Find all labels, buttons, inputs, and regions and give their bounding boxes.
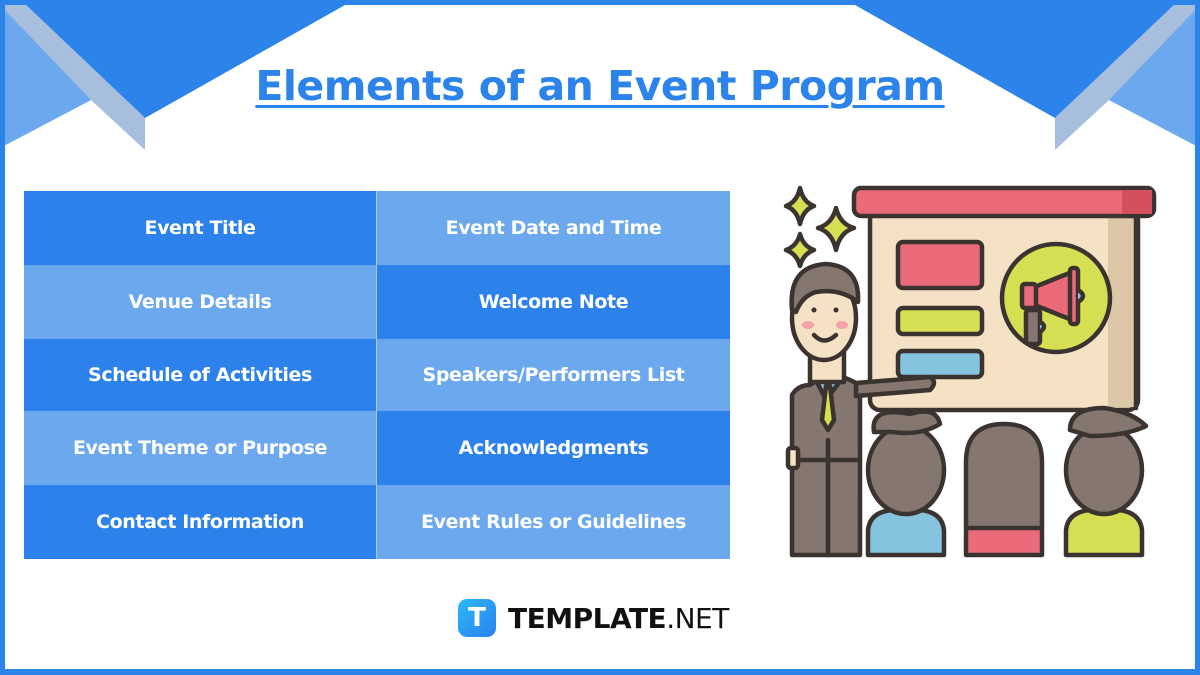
audience-member bbox=[963, 421, 1045, 558]
element-cell: Speakers/Performers List bbox=[376, 339, 730, 411]
element-cell: Event Title bbox=[24, 191, 376, 265]
page-title-wrap: Elements of an Event Program bbox=[0, 62, 1200, 110]
element-cell: Event Date and Time bbox=[376, 191, 730, 265]
sparkle-icon bbox=[783, 185, 857, 269]
element-cell: Acknowledgments bbox=[376, 411, 730, 485]
element-cell: Venue Details bbox=[24, 265, 376, 339]
brand-tld: .NET bbox=[666, 601, 729, 635]
template-logo-icon: T bbox=[458, 599, 496, 637]
element-cell: Event Theme or Purpose bbox=[24, 411, 376, 485]
element-cell: Schedule of Activities bbox=[24, 339, 376, 411]
page-title[interactable]: Elements of an Event Program bbox=[255, 62, 945, 110]
elements-grid: Event Title Event Date and Time Venue De… bbox=[24, 191, 730, 559]
presentation-board bbox=[851, 185, 1157, 413]
presenter-illustration bbox=[783, 185, 1157, 558]
audience-member bbox=[865, 409, 947, 558]
element-cell: Welcome Note bbox=[376, 265, 730, 339]
element-cell: Event Rules or Guidelines bbox=[376, 485, 730, 559]
audience-member bbox=[1063, 405, 1149, 558]
brand-name: TEMPLATE bbox=[508, 601, 667, 635]
element-cell: Contact Information bbox=[24, 485, 376, 559]
brand-footer: T TEMPLATE .NET bbox=[458, 598, 729, 638]
